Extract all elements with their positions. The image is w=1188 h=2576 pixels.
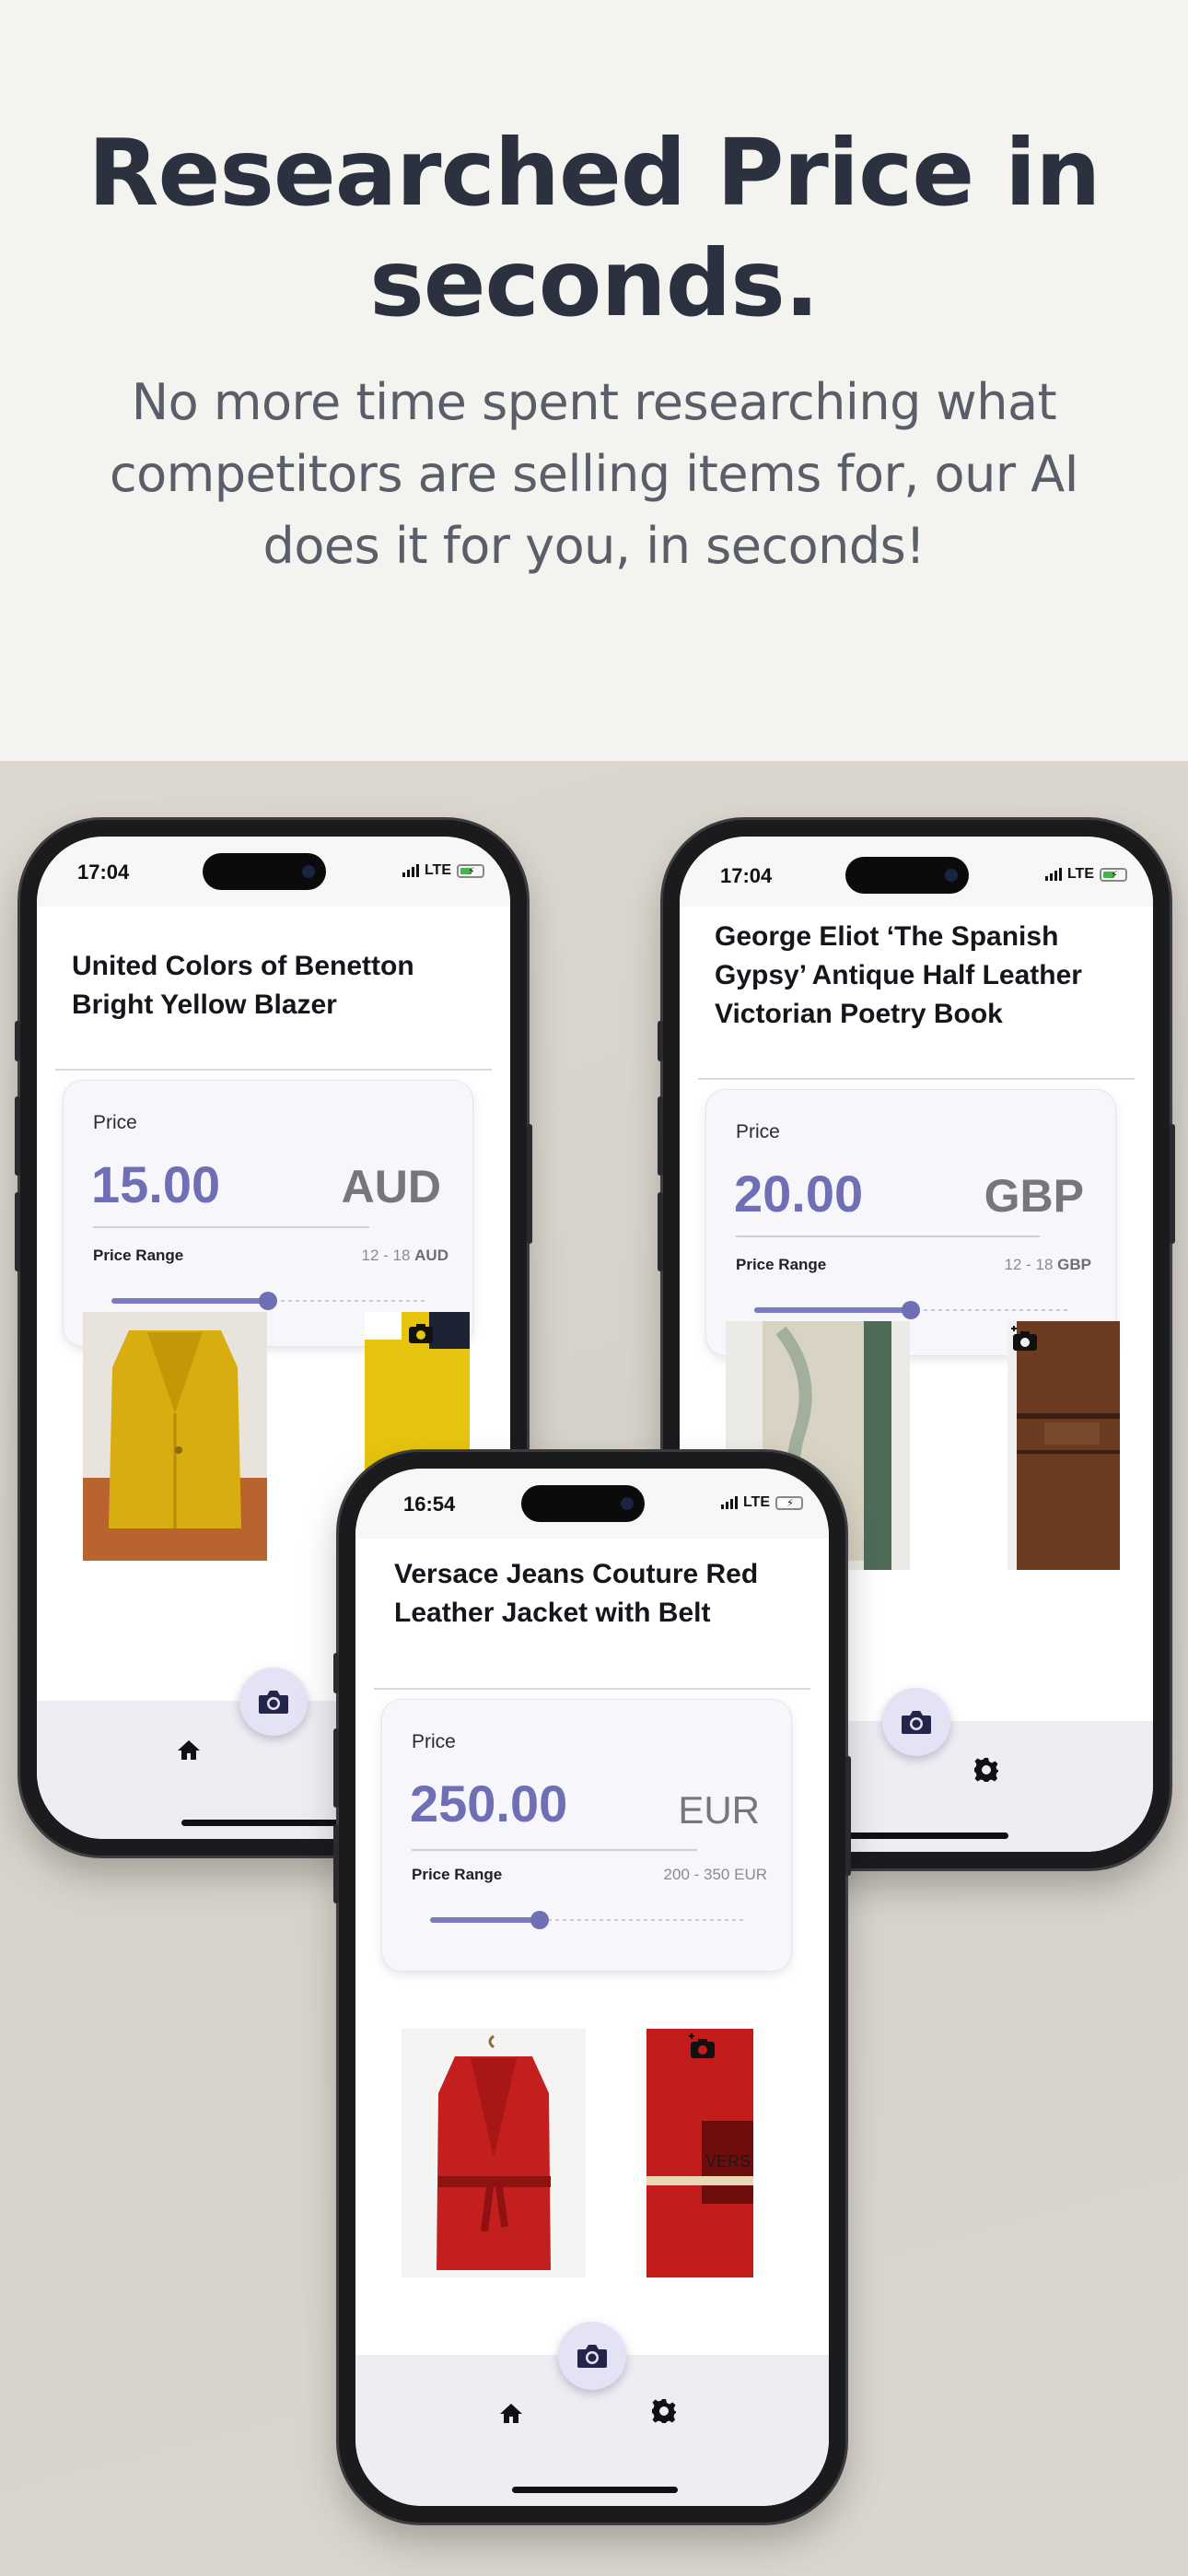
currency-label: AUD [341, 1161, 441, 1212]
network-label: LTE [742, 1494, 770, 1510]
power-button [845, 1756, 851, 1876]
power-button [527, 1124, 532, 1244]
signal-icon [1044, 868, 1062, 881]
volume-down-button [15, 1192, 20, 1271]
status-indicators: LTE ⚡ [720, 1494, 803, 1511]
power-button [1170, 1124, 1175, 1244]
status-time: 17:04 [77, 861, 130, 884]
network-label: LTE [1066, 866, 1094, 882]
svg-text:VERS: VERS [705, 2152, 751, 2171]
price-card: Price 20.00 GBP Price Range 12 - 18 GBP [705, 1089, 1116, 1356]
volume-up-button [658, 1096, 663, 1176]
item-photo[interactable]: VERS [646, 2029, 753, 2277]
battery-icon: ⚡ [1100, 867, 1127, 882]
price-underline [736, 1235, 1040, 1237]
camera-button[interactable] [882, 1688, 950, 1756]
phone-screen: 16:54 LTE ⚡ Versace Jeans Couture Red Le… [355, 1469, 829, 2506]
divider [374, 1688, 810, 1690]
price-value[interactable]: 250.00 [410, 1774, 567, 1833]
price-underline [412, 1849, 697, 1851]
volume-up-button [333, 1728, 339, 1808]
subheadline: No more time spent researching what comp… [109, 373, 1079, 575]
add-photo-icon[interactable] [405, 1317, 437, 1349]
price-label: Price [93, 1112, 137, 1133]
divider [698, 1078, 1135, 1080]
settings-tab[interactable] [973, 1756, 1000, 1784]
signal-icon [402, 864, 419, 877]
volume-up-button [15, 1096, 20, 1176]
price-range-label: Price Range [736, 1256, 827, 1273]
settings-tab[interactable] [650, 2397, 678, 2425]
price-range-value: 12 - 18 AUD [361, 1247, 448, 1264]
item-photo[interactable] [1007, 1321, 1120, 1570]
battery-icon: ⚡ [775, 1495, 803, 1510]
item-photo[interactable] [402, 2029, 586, 2277]
slider-knob[interactable] [530, 1911, 549, 1929]
home-indicator [512, 2487, 678, 2493]
camera-button[interactable] [558, 2322, 626, 2390]
add-photo-icon[interactable] [687, 2032, 718, 2064]
dynamic-island [845, 857, 969, 894]
price-range-value: 200 - 350 EUR [663, 1866, 767, 1883]
photo-strip: VERS [355, 2029, 829, 2287]
headline: Researched Price in seconds. [87, 119, 1101, 337]
signal-icon [720, 1496, 738, 1509]
slider-knob[interactable] [259, 1292, 277, 1310]
hero-section: Researched Price in seconds. No more tim… [0, 0, 1188, 761]
price-range-value: 12 - 18 GBP [1004, 1256, 1091, 1273]
price-label: Price [736, 1121, 780, 1142]
price-range-label: Price Range [93, 1247, 184, 1264]
price-slider[interactable] [430, 1911, 743, 1929]
battery-icon: ⚡ [457, 863, 484, 878]
home-indicator [824, 1832, 1008, 1839]
status-time: 17:04 [720, 864, 773, 887]
item-photo[interactable] [83, 1312, 267, 1561]
gear-icon [974, 1758, 998, 1782]
item-title: George Eliot ‘The Spanish Gypsy’ Antique… [715, 921, 1082, 1029]
volume-down-button [333, 1824, 339, 1903]
price-value[interactable]: 15.00 [91, 1154, 220, 1214]
slider-knob[interactable] [902, 1301, 920, 1319]
home-icon [500, 2404, 522, 2423]
price-slider[interactable] [111, 1292, 425, 1310]
price-value[interactable]: 20.00 [734, 1164, 863, 1224]
gear-icon [652, 2399, 676, 2423]
status-bar: 16:54 LTE ⚡ [355, 1469, 829, 1539]
dynamic-island [521, 1485, 645, 1522]
camera-button[interactable] [239, 1668, 308, 1736]
home-tab[interactable] [497, 2399, 525, 2427]
camera-icon [577, 2345, 607, 2368]
price-slider[interactable] [754, 1301, 1067, 1319]
network-label: LTE [424, 862, 451, 878]
status-indicators: LTE ⚡ [402, 862, 484, 879]
phone-mockup-3: 16:54 LTE ⚡ Versace Jeans Couture Red Le… [333, 1452, 851, 2523]
home-tab[interactable] [175, 1736, 203, 1763]
status-bar: 17:04 LTE ⚡ [37, 837, 510, 907]
price-card: Price 250.00 EUR Price Range 200 - 350 E… [381, 1699, 792, 1972]
price-underline [93, 1226, 369, 1228]
dynamic-island [203, 853, 326, 890]
item-title: United Colors of Benetton Bright Yellow … [72, 951, 414, 1020]
camera-icon [259, 1691, 288, 1714]
price-card: Price 15.00 AUD Price Range 12 - 18 AUD [63, 1080, 473, 1347]
add-photo-icon[interactable] [1009, 1325, 1041, 1356]
volume-down-button [658, 1192, 663, 1271]
currency-label: GBP [984, 1170, 1084, 1222]
camera-icon [902, 1711, 931, 1734]
status-bar: 17:04 LTE ⚡ [680, 837, 1153, 907]
tab-bar [355, 2322, 829, 2506]
action-button [333, 1653, 339, 1693]
action-button [15, 1021, 20, 1061]
price-range-label: Price Range [412, 1866, 503, 1883]
status-time: 16:54 [403, 1493, 456, 1516]
home-icon [178, 1740, 200, 1760]
currency-label: EUR [678, 1788, 760, 1832]
action-button [658, 1021, 663, 1061]
price-label: Price [412, 1731, 456, 1752]
item-title: Versace Jeans Couture Red Leather Jacket… [394, 1559, 759, 1628]
divider [55, 1069, 492, 1071]
status-indicators: LTE ⚡ [1044, 866, 1127, 883]
